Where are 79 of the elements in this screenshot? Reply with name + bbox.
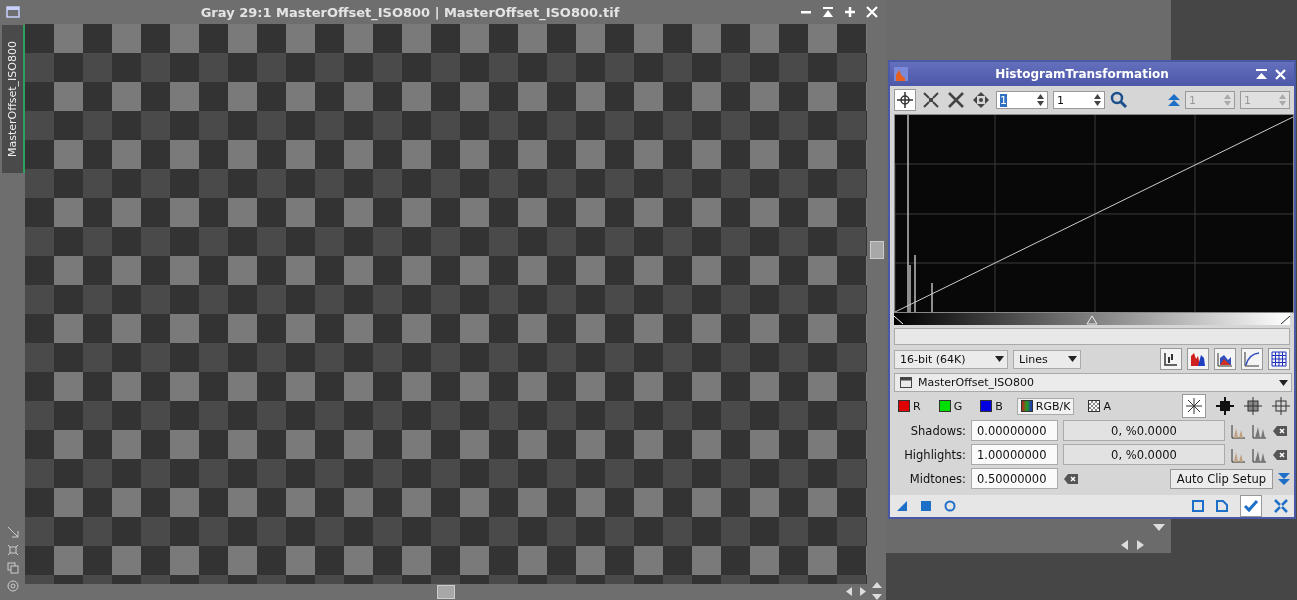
square-icon[interactable]: [1192, 500, 1204, 512]
dropdown-arrow-icon[interactable]: [1068, 356, 1077, 362]
midtone-slider-icon[interactable]: [1086, 316, 1098, 325]
window-title: Gray 29:1 MasterOffset_ISO800 | MasterOffset_ISO800.tif: [199, 4, 621, 20]
checkmark-icon[interactable]: [1240, 495, 1262, 517]
clone-icon[interactable]: [6, 562, 19, 574]
spin-arrows-icon[interactable]: [1037, 94, 1044, 106]
square-icon[interactable]: [920, 500, 932, 512]
clip-count-field: 0, %0.0000: [1063, 444, 1225, 465]
circle-icon[interactable]: [944, 500, 956, 512]
channel-toggle[interactable]: A: [1084, 397, 1115, 415]
caret-down-icon[interactable]: [871, 594, 882, 600]
scrollbar-thumb[interactable]: [437, 585, 455, 599]
caret-right-icon[interactable]: [1137, 540, 1144, 550]
value-field[interactable]: 0.50000000: [971, 468, 1058, 489]
value-field[interactable]: 0.00000000: [971, 420, 1058, 441]
triangle-icon[interactable]: [896, 500, 908, 512]
clip-histogram-icon[interactable]: [1230, 446, 1246, 463]
fit-icon[interactable]: [6, 544, 19, 556]
zoom-x-spinbox[interactable]: 1: [996, 91, 1048, 109]
zoom-icon[interactable]: [1110, 91, 1128, 109]
histogram-app-icon: [894, 67, 908, 81]
page-icon[interactable]: [1216, 500, 1228, 512]
curve-icon[interactable]: [1241, 348, 1263, 370]
starburst-icon[interactable]: [1182, 394, 1206, 418]
clip-histogram-icon[interactable]: [1251, 446, 1267, 463]
value-field[interactable]: 1.00000000: [971, 444, 1058, 465]
clip-count-field: 0, %0.0000: [1063, 420, 1225, 441]
view-selector[interactable]: MasterOffset_ISO800: [894, 373, 1292, 392]
move-icon[interactable]: [971, 90, 991, 110]
clip-histogram-icon[interactable]: [1230, 422, 1246, 439]
double-up-icon[interactable]: [1168, 94, 1180, 106]
caret-down-icon[interactable]: [1153, 524, 1165, 532]
caret-up-icon[interactable]: [871, 582, 882, 588]
shade-icon[interactable]: [822, 6, 834, 18]
expand-icon[interactable]: [921, 90, 941, 110]
close-icon[interactable]: [1275, 68, 1286, 80]
window-icon: [6, 6, 20, 18]
channel-toggle[interactable]: R: [894, 397, 925, 415]
color-histogram-icon[interactable]: [1187, 348, 1209, 370]
style-dropdown[interactable]: Lines: [1013, 349, 1081, 369]
zoom-y-spinbox[interactable]: 1: [1053, 91, 1105, 109]
scrollbar-thumb[interactable]: [869, 241, 884, 259]
histogram-icon[interactable]: [1214, 348, 1236, 370]
contract-icon[interactable]: [946, 90, 966, 110]
maximize-icon[interactable]: [844, 6, 856, 18]
highlight-slider-icon[interactable]: [1280, 316, 1290, 325]
channel-toggle[interactable]: G: [934, 397, 967, 415]
parameter-label: Shadows:: [909, 423, 966, 438]
backspace-icon[interactable]: [1272, 424, 1288, 437]
backspace-icon[interactable]: [1063, 472, 1079, 485]
cross-icon[interactable]: [1244, 397, 1262, 415]
view-tab[interactable]: MasterOffset_ISO800: [2, 25, 25, 173]
channel-toggle[interactable]: RGB/K: [1016, 397, 1075, 415]
crosshair-icon[interactable]: [894, 89, 916, 111]
channel-toggle[interactable]: B: [976, 397, 1007, 415]
collapse-icon[interactable]: [1274, 499, 1288, 513]
caret-right-icon[interactable]: [860, 587, 866, 596]
caret-left-icon[interactable]: [1121, 540, 1128, 550]
double-down-icon[interactable]: [1278, 472, 1290, 485]
caret-left-icon[interactable]: [846, 587, 852, 596]
window-icon: [900, 377, 912, 388]
dropdown-arrow-icon[interactable]: [1279, 379, 1288, 386]
shade-icon[interactable]: [1256, 68, 1267, 80]
dropdown-arrow-icon[interactable]: [995, 356, 1004, 362]
parameter-label: Midtones:: [908, 471, 966, 486]
auto-clip-setup-button[interactable]: Auto Clip Setup: [1169, 468, 1273, 489]
arrow-icon[interactable]: [6, 526, 19, 538]
backspace-icon[interactable]: [1272, 448, 1288, 461]
cross-icon[interactable]: [1216, 397, 1234, 415]
precision-dropdown[interactable]: 16-bit (64K): [894, 349, 1008, 369]
close-icon[interactable]: [866, 6, 878, 18]
window-title: HistogramTransformation: [994, 67, 1170, 81]
reset-graph-icon[interactable]: [1160, 348, 1182, 370]
spin-arrows-icon[interactable]: [1094, 94, 1101, 106]
clip-histogram-icon[interactable]: [1251, 422, 1267, 439]
shadow-slider-icon[interactable]: [894, 316, 904, 325]
parameter-label: Highlights:: [903, 447, 966, 462]
grid-icon[interactable]: [1268, 348, 1290, 370]
